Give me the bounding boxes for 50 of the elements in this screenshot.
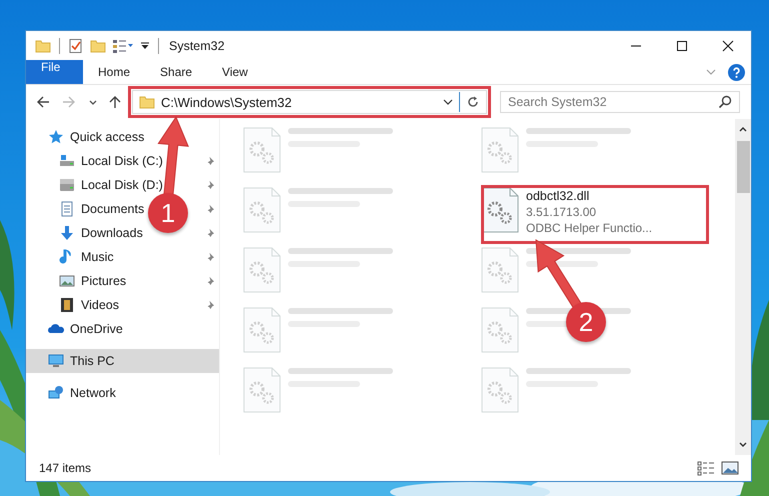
file-name: odbctl32.dll [526, 188, 590, 204]
file-menu-button[interactable]: File [26, 60, 83, 84]
file-detail: 3.51.1713.00 [526, 204, 598, 220]
close-icon [722, 40, 734, 52]
sidebar-item[interactable]: This PC [26, 349, 219, 373]
drive-icon [59, 153, 75, 169]
help-icon[interactable] [728, 64, 745, 80]
ribbon-tab[interactable]: Home [83, 60, 146, 84]
large-icons-view-icon[interactable] [721, 460, 739, 476]
scroll-thumb[interactable] [736, 141, 750, 193]
address-field[interactable]: C:\Windows\System32 [132, 90, 487, 114]
dropdown-caret-icon[interactable] [443, 97, 453, 107]
sidebar-item[interactable]: Documents [59, 197, 146, 221]
details-view-icon[interactable] [697, 460, 715, 476]
new-folder-icon[interactable] [90, 38, 106, 54]
star-icon [48, 129, 64, 145]
properties-icon[interactable] [68, 38, 84, 54]
sidebar-item[interactable]: Music [59, 245, 116, 269]
sidebar-item[interactable]: Quick access [26, 125, 219, 149]
image-icon [59, 273, 75, 289]
sidebar-item[interactable]: Local Disk (C:) [59, 149, 165, 173]
document-icon [59, 201, 75, 217]
film-icon [59, 297, 75, 313]
ribbon-tab[interactable]: Share [145, 60, 208, 84]
back-arrow-icon[interactable] [36, 95, 50, 109]
file-detail: ODBC Helper Functio... [526, 220, 652, 236]
forward-arrow-icon[interactable] [62, 95, 76, 109]
customize-arrow-icon[interactable] [140, 40, 150, 50]
refresh-icon[interactable] [466, 95, 480, 109]
ribbon-tab[interactable]: View [207, 60, 263, 84]
folder-icon [139, 94, 155, 110]
window-title: System32 [169, 38, 225, 52]
down-arrow-icon [59, 225, 75, 241]
sidebar-item[interactable]: Videos [59, 293, 121, 317]
sidebar-item[interactable]: OneDrive [26, 317, 219, 341]
folder-icon[interactable] [35, 38, 51, 54]
network-icon [48, 385, 64, 401]
maximize-icon [676, 40, 688, 52]
search-field[interactable]: Search System32 [500, 91, 740, 113]
search-icon [718, 95, 732, 109]
view-options-icon[interactable] [112, 38, 134, 54]
expand-ribbon-icon[interactable] [706, 67, 716, 77]
monitor-icon [48, 353, 64, 369]
sidebar-item[interactable]: Pictures [59, 269, 128, 293]
scrollbar[interactable] [735, 119, 751, 455]
up-arrow-icon[interactable] [108, 95, 122, 109]
item-count: 147 items [39, 461, 92, 475]
sidebar-item[interactable]: Downloads [59, 221, 145, 245]
sidebar-item[interactable]: Network [26, 381, 219, 405]
drive-icon [59, 177, 75, 193]
